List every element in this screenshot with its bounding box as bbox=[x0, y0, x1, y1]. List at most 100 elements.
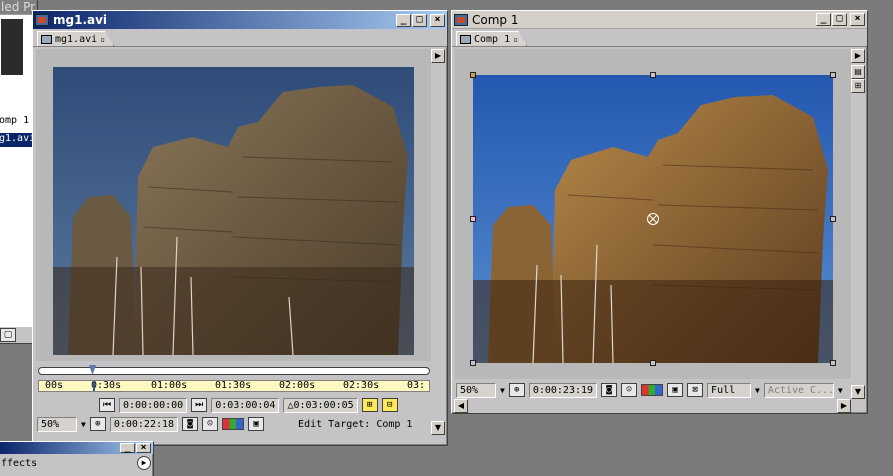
layer-handle[interactable] bbox=[650, 360, 656, 366]
maximize-button[interactable]: □ bbox=[412, 13, 427, 27]
footage-title: mg1.avi bbox=[53, 13, 108, 27]
out-point-field[interactable]: 0:03:00:04 bbox=[211, 397, 280, 413]
comp-view-controls: 50% ▼ ⊕ 0:00:23:19 ◙ ☺ ▣ ⊠ Full ▼ Active… bbox=[456, 381, 852, 399]
timecode-field[interactable]: 0:00:22:18 bbox=[109, 416, 179, 432]
resolution-dropdown[interactable]: Full bbox=[707, 382, 752, 398]
project-item-file-label: g1.avi bbox=[0, 133, 36, 144]
zoom-dropdown[interactable]: 50% bbox=[456, 382, 496, 398]
overlay-edit-icon[interactable]: ⊟ bbox=[381, 398, 398, 412]
tab-menu-icon[interactable]: ▫ bbox=[513, 35, 518, 44]
ruler-tick: 01:00s bbox=[151, 380, 188, 391]
set-out-point-icon[interactable]: ⏭ bbox=[191, 398, 208, 412]
comp-tab-label: Comp 1 bbox=[474, 33, 511, 45]
layer-handle[interactable] bbox=[470, 360, 476, 366]
close-button[interactable]: × bbox=[850, 13, 865, 26]
time-slider[interactable] bbox=[38, 365, 430, 375]
footage-tab-icon bbox=[41, 34, 52, 44]
footage-viewer bbox=[36, 49, 431, 361]
snapshot-icon[interactable]: ◙ bbox=[182, 417, 199, 431]
time-ruler[interactable]: 00s 0:30s 01:00s 01:30s 02:00s 02:30s 03… bbox=[38, 380, 430, 392]
layer-handle[interactable] bbox=[830, 216, 836, 222]
tab-comp[interactable]: Comp 1 ▫ bbox=[456, 31, 527, 46]
effects-palette: _ × ffects ▶ bbox=[0, 441, 154, 476]
project-item-comp-label: omp 1 bbox=[0, 115, 30, 126]
channel-icon[interactable] bbox=[641, 384, 664, 396]
comp-tabrow: Comp 1 ▫ bbox=[452, 29, 867, 47]
minimize-button[interactable]: _ bbox=[816, 13, 831, 26]
tab-menu-icon[interactable]: ▫ bbox=[100, 35, 105, 44]
chevron-down-icon[interactable]: ▼ bbox=[755, 386, 760, 395]
comp-viewer bbox=[455, 49, 851, 379]
scroll-left-icon[interactable]: ◀ bbox=[454, 399, 468, 413]
scroll-right-icon[interactable]: ▶ bbox=[851, 49, 865, 63]
safe-zones-icon[interactable]: ⊕ bbox=[89, 417, 106, 431]
region-of-interest-icon[interactable]: ▣ bbox=[667, 383, 684, 397]
layer-handle[interactable] bbox=[830, 360, 836, 366]
scroll-right-icon[interactable]: ▶ bbox=[431, 49, 445, 63]
footage-time-controls: ⏮ 0:00:00:00 ⏭ 0:03:00:04 △0:03:00:05 ⊞ … bbox=[99, 396, 429, 414]
camera-dropdown[interactable]: Active C... bbox=[763, 382, 834, 398]
channel-icon[interactable] bbox=[222, 418, 245, 430]
project-title: led Project.aep * bbox=[1, 0, 35, 14]
ruler-tick: 01:30s bbox=[215, 380, 252, 391]
transparency-grid-icon[interactable]: ⊠ bbox=[687, 383, 704, 397]
show-snapshot-icon[interactable]: ☺ bbox=[202, 417, 219, 431]
comp-hierarchy-icon[interactable]: ⊞ bbox=[851, 79, 865, 93]
footage-window: mg1.avi _ □ × mg1.avi ▫ ▶ ▼ 00s 0:30s 01… bbox=[32, 10, 448, 446]
comp-window-icon bbox=[454, 13, 468, 26]
layer-handle[interactable] bbox=[830, 72, 836, 78]
safe-zones-icon[interactable]: ⊕ bbox=[508, 383, 525, 397]
palette-menu-icon[interactable]: ▶ bbox=[137, 456, 151, 470]
chevron-down-icon[interactable]: ▼ bbox=[500, 386, 505, 395]
footage-tabrow: mg1.avi ▫ bbox=[33, 29, 447, 47]
chevron-down-icon[interactable]: ▼ bbox=[81, 420, 86, 429]
footage-tab-label: mg1.avi bbox=[55, 33, 98, 45]
comp-flowchart-icon[interactable]: ▤ bbox=[851, 65, 865, 79]
effects-tab[interactable]: ffects ▶ bbox=[0, 454, 153, 472]
effects-titlebar[interactable]: _ × bbox=[0, 442, 153, 454]
scroll-right-icon[interactable]: ▶ bbox=[837, 399, 851, 413]
close-button[interactable]: × bbox=[136, 443, 151, 453]
layer-handle[interactable] bbox=[470, 216, 476, 222]
ruler-tick: 0:30s bbox=[91, 380, 122, 391]
show-snapshot-icon[interactable]: ☺ bbox=[621, 383, 638, 397]
comp-window: Comp 1 _ □ × Comp 1 ▫ ▶ ▤ ⊞ ▼ 50% ▼ ⊕ 0:… bbox=[451, 10, 868, 414]
region-of-interest-icon[interactable]: ▣ bbox=[248, 417, 265, 431]
ruler-tick: 02:00s bbox=[279, 380, 316, 391]
current-time-field[interactable]: 0:00:00:00 bbox=[119, 397, 188, 413]
comp-title: Comp 1 bbox=[472, 12, 519, 27]
ruler-tick: 00s bbox=[45, 380, 64, 391]
minimize-button[interactable]: _ bbox=[396, 13, 411, 27]
layer-handle[interactable] bbox=[470, 72, 476, 78]
set-in-point-icon[interactable]: ⏮ bbox=[99, 398, 115, 412]
trash-icon[interactable]: ▢ bbox=[0, 328, 16, 342]
footage-titlebar[interactable]: mg1.avi _ □ × bbox=[33, 11, 447, 29]
ruler-tick: 03: bbox=[407, 380, 426, 391]
minimize-button[interactable]: _ bbox=[120, 443, 135, 453]
comp-frame-image bbox=[473, 75, 833, 363]
maximize-button[interactable]: □ bbox=[832, 13, 847, 26]
current-time-indicator[interactable] bbox=[93, 381, 95, 391]
scroll-down-icon[interactable]: ▼ bbox=[851, 385, 865, 399]
footage-window-icon bbox=[35, 14, 49, 26]
ripple-insert-icon[interactable]: ⊞ bbox=[361, 398, 378, 412]
comp-tab-icon bbox=[460, 34, 471, 44]
snapshot-icon[interactable]: ◙ bbox=[601, 383, 618, 397]
effects-title: ffects bbox=[1, 457, 38, 469]
layer-handle[interactable] bbox=[650, 72, 656, 78]
ruler-tick: 02:30s bbox=[343, 380, 380, 391]
timecode-field[interactable]: 0:00:23:19 bbox=[528, 382, 598, 398]
comp-vscroll[interactable]: ▶ ▤ ⊞ ▼ bbox=[851, 49, 865, 399]
time-slider-thumb[interactable] bbox=[89, 365, 96, 375]
scroll-down-icon[interactable]: ▼ bbox=[431, 421, 445, 435]
chevron-down-icon[interactable]: ▼ bbox=[838, 386, 843, 395]
zoom-dropdown[interactable]: 50% bbox=[37, 416, 77, 432]
duration-field[interactable]: △0:03:00:05 bbox=[283, 397, 358, 413]
footage-vscroll[interactable]: ▶ ▼ bbox=[431, 49, 445, 435]
comp-hscroll[interactable]: ◀ ▶ bbox=[454, 399, 851, 413]
footage-view-controls: 50% ▼ ⊕ 0:00:22:18 ◙ ☺ ▣ Edit Target: Co… bbox=[37, 415, 431, 433]
comp-titlebar[interactable]: Comp 1 _ □ × bbox=[452, 11, 867, 29]
project-thumbnail bbox=[1, 19, 23, 75]
tab-footage[interactable]: mg1.avi ▫ bbox=[37, 31, 114, 46]
close-button[interactable]: × bbox=[430, 13, 445, 27]
